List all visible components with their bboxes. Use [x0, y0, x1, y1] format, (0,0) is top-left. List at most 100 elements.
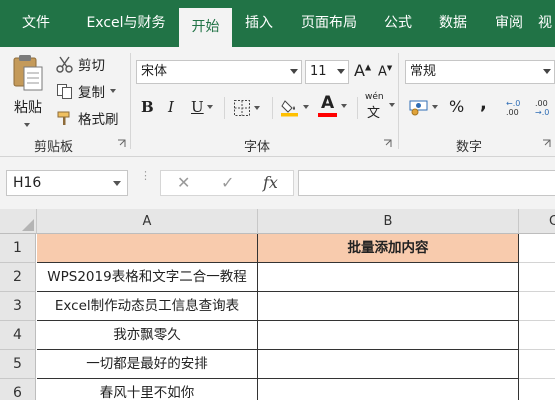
increase-decimal-icon: ←.0	[506, 99, 521, 108]
cut-button[interactable]: 剪切	[56, 54, 105, 74]
excel-window: 文件 Excel与财务 开始 插入 页面布局 公式 数据 审阅 视 粘贴 剪切 …	[0, 0, 555, 400]
tab-review[interactable]: 审阅	[486, 0, 532, 47]
cell-c4[interactable]	[519, 321, 555, 350]
tab-insert[interactable]: 插入	[236, 0, 282, 47]
font-divider	[224, 97, 225, 119]
font-size-combo[interactable]: 11	[305, 60, 349, 84]
comma-style-button[interactable]: ,	[480, 93, 487, 114]
borders-dropdown-arrow[interactable]	[254, 106, 260, 110]
font-dialog-launcher-icon[interactable]	[383, 139, 392, 148]
shrink-font-icon: A	[378, 64, 387, 80]
cell-b4[interactable]	[258, 321, 519, 350]
cell-a2[interactable]: WPS2019表格和文字二合一教程	[37, 263, 258, 292]
column-header-a[interactable]: A	[37, 209, 258, 234]
decrease-decimal-button[interactable]: .00 →.0	[535, 99, 549, 117]
row-header-6[interactable]: 6	[0, 379, 36, 400]
cell-a5[interactable]: 一切都是最好的安排	[37, 350, 258, 379]
row-header-5[interactable]: 5	[0, 350, 36, 379]
cell-b3[interactable]	[258, 292, 519, 321]
font-size-dropdown-arrow	[337, 69, 345, 74]
font-name-combo[interactable]: 宋体	[136, 60, 302, 84]
cell-a3[interactable]: Excel制作动态员工信息查询表	[37, 292, 258, 321]
number-dialog-launcher-icon[interactable]	[542, 139, 551, 148]
font-name-value: 宋体	[141, 64, 168, 79]
select-all-corner[interactable]	[0, 209, 37, 234]
number-format-dropdown-arrow	[543, 69, 551, 74]
copy-label: 复制	[78, 85, 105, 101]
number-format-combo[interactable]: 常规	[405, 60, 555, 84]
grow-font-button[interactable]: A▲	[354, 61, 371, 80]
italic-icon: I	[168, 98, 174, 116]
tab-home[interactable]: 开始	[179, 8, 232, 47]
scissors-icon	[56, 56, 73, 73]
font-color-button[interactable]: A	[318, 93, 347, 118]
underline-dropdown-arrow[interactable]	[206, 105, 213, 109]
phonetic-button[interactable]: wén 文	[364, 92, 395, 121]
cell-b6[interactable]	[258, 379, 519, 400]
accounting-dropdown-arrow[interactable]	[432, 105, 438, 109]
row-header-2[interactable]: 2	[0, 263, 36, 292]
font-color-icon: A	[321, 93, 335, 113]
copy-dropdown-arrow[interactable]	[110, 89, 116, 93]
cell-b2[interactable]	[258, 263, 519, 292]
percent-button[interactable]: %	[449, 97, 464, 116]
accounting-format-button[interactable]	[409, 98, 438, 116]
cancel-icon[interactable]: ✕	[177, 173, 190, 192]
italic-button[interactable]: I	[168, 98, 174, 116]
shrink-font-button[interactable]: A▼	[378, 64, 392, 79]
underline-button[interactable]: U	[191, 98, 213, 116]
tab-data[interactable]: 数据	[430, 0, 476, 47]
grow-font-icon: A	[354, 61, 365, 80]
phonetic-dropdown-arrow[interactable]	[389, 103, 395, 107]
tab-excel-finance[interactable]: Excel与财务	[78, 0, 174, 47]
ribbon: 粘贴 剪切 复制 格式刷 剪贴板 宋体 11 A▲ A▼ B I U A wén…	[0, 47, 555, 157]
name-box[interactable]: H16	[6, 170, 128, 196]
bold-button[interactable]: B	[141, 98, 154, 116]
cell-c2[interactable]	[519, 263, 555, 292]
formula-bar-resize-handle[interactable]: ⋮	[140, 170, 151, 181]
borders-icon	[234, 100, 250, 116]
decrease-decimal-icon-bottom: →.0	[535, 108, 550, 117]
formula-input[interactable]	[298, 170, 555, 196]
fill-color-dropdown-arrow[interactable]	[303, 105, 309, 109]
accounting-icon	[409, 100, 428, 116]
tab-formulas[interactable]: 公式	[375, 0, 421, 47]
cell-a4[interactable]: 我亦飘零久	[37, 321, 258, 350]
paste-dropdown-arrow[interactable]	[24, 117, 30, 132]
bold-icon: B	[141, 98, 154, 116]
increase-decimal-button[interactable]: ←.0 .00	[506, 99, 520, 117]
copy-button[interactable]: 复制	[56, 81, 116, 101]
format-painter-button[interactable]: 格式刷	[56, 108, 119, 128]
font-divider-3	[357, 97, 358, 119]
cell-c5[interactable]	[519, 350, 555, 379]
insert-function-icon[interactable]: fx	[263, 173, 278, 192]
row-header-4[interactable]: 4	[0, 321, 36, 350]
font-color-swatch	[318, 113, 337, 117]
cell-a6[interactable]: 春风十里不如你	[37, 379, 258, 400]
tab-view[interactable]: 视	[538, 0, 555, 47]
row-header-1[interactable]: 1	[0, 234, 36, 263]
tab-file[interactable]: 文件	[10, 0, 62, 47]
clipboard-dialog-launcher-icon[interactable]	[117, 139, 126, 148]
tab-page-layout[interactable]: 页面布局	[293, 0, 365, 47]
select-all-triangle-icon	[22, 219, 34, 231]
font-divider-2	[272, 97, 273, 119]
column-header-c[interactable]: C	[519, 209, 555, 234]
borders-button[interactable]	[233, 99, 260, 117]
cell-c3[interactable]	[519, 292, 555, 321]
cell-c6[interactable]	[519, 379, 555, 400]
group-divider	[130, 53, 131, 149]
paste-button[interactable]: 粘贴	[8, 53, 48, 127]
column-header-b[interactable]: B	[258, 209, 519, 234]
font-color-dropdown-arrow[interactable]	[341, 104, 347, 108]
cell-b5[interactable]	[258, 350, 519, 379]
cell-c1[interactable]	[519, 234, 555, 263]
increase-decimal-icon-bottom: .00	[506, 108, 519, 117]
fill-color-button[interactable]	[280, 97, 309, 117]
enter-icon[interactable]: ✓	[221, 173, 234, 192]
number-group-label: 数字	[456, 140, 483, 155]
cell-b1[interactable]: 批量添加内容	[258, 234, 519, 263]
cell-a1[interactable]	[37, 234, 258, 263]
group-divider-2	[398, 53, 399, 149]
row-header-3[interactable]: 3	[0, 292, 36, 321]
